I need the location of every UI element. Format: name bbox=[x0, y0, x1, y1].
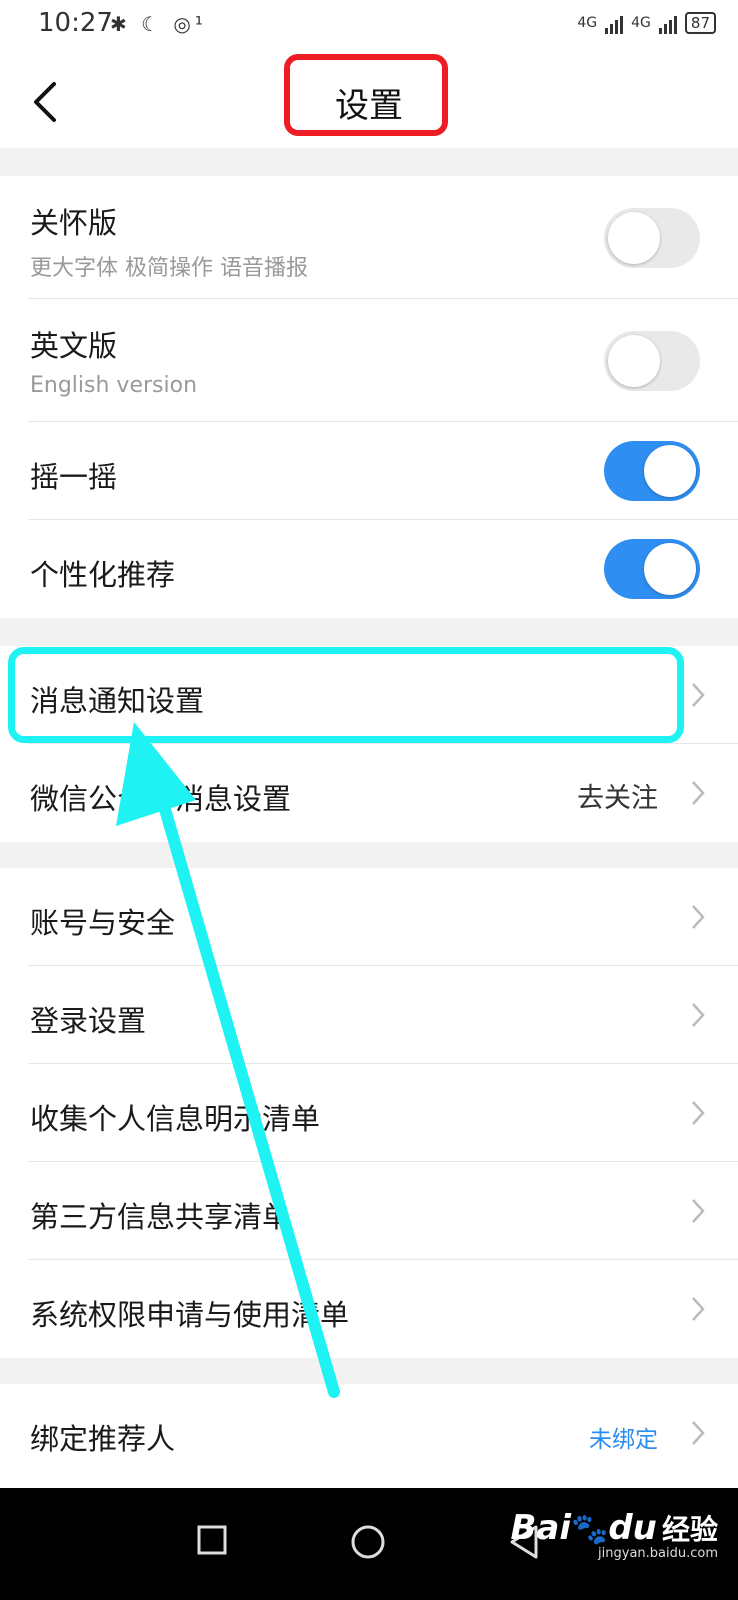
english-toggle[interactable] bbox=[604, 331, 700, 391]
setting-subtitle: English version bbox=[30, 373, 198, 398]
status-icons: ✱ ☾ ◎¹ bbox=[110, 12, 207, 36]
chevron-right-icon bbox=[692, 905, 705, 929]
setting-title: 收集个人信息明示清单 bbox=[30, 1102, 321, 1136]
chevron-right-icon bbox=[692, 683, 705, 707]
setting-title: 英文版 bbox=[30, 329, 118, 363]
settings-group-3: 账号与安全 登录设置 收集个人信息明示清单 第三方信息共享清单 系统权限申请与使… bbox=[0, 868, 738, 1358]
signal-icon-2 bbox=[658, 12, 677, 34]
setting-row-login[interactable]: 登录设置 bbox=[0, 966, 738, 1064]
setting-row-shake[interactable]: 摇一摇 bbox=[0, 422, 738, 520]
chevron-right-icon bbox=[692, 1421, 705, 1445]
header-bar: 设置 bbox=[0, 52, 738, 148]
chevron-right-icon bbox=[692, 1297, 705, 1321]
setting-row-referrer[interactable]: 绑定推荐人 未绑定 bbox=[0, 1384, 738, 1482]
setting-row-english[interactable]: 英文版 English version bbox=[0, 299, 738, 422]
setting-title: 账号与安全 bbox=[30, 906, 176, 940]
chevron-right-icon bbox=[692, 1101, 705, 1125]
signal-icon bbox=[605, 12, 624, 34]
watermark-brand: Bai bbox=[510, 1508, 571, 1548]
baidu-watermark: Bai🐾du 经验 jingyan.baidu.com bbox=[510, 1508, 718, 1561]
network-4g-label: 4G bbox=[577, 15, 598, 31]
title-annotation-box bbox=[284, 54, 448, 136]
watermark-brand-2: du bbox=[608, 1508, 657, 1548]
recent-apps-icon[interactable] bbox=[196, 1524, 228, 1556]
setting-row-third-party[interactable]: 第三方信息共享清单 bbox=[0, 1162, 738, 1260]
setting-row-permissions[interactable]: 系统权限申请与使用清单 bbox=[0, 1260, 738, 1358]
personalized-toggle[interactable] bbox=[604, 539, 700, 599]
setting-title: 微信公众号消息设置 bbox=[30, 782, 292, 816]
status-time: 10:27 bbox=[38, 8, 113, 38]
setting-row-account[interactable]: 账号与安全 bbox=[0, 868, 738, 966]
paw-icon: 🐾 bbox=[570, 1512, 609, 1547]
setting-title: 绑定推荐人 bbox=[30, 1422, 176, 1456]
notification-annotation-box bbox=[8, 647, 684, 743]
battery-icon: 87 bbox=[684, 12, 716, 34]
chevron-right-icon bbox=[692, 781, 705, 805]
settings-group-1: 关怀版 更大字体 极简操作 语音播报 英文版 English version 摇… bbox=[0, 176, 738, 618]
setting-title: 关怀版 bbox=[30, 206, 118, 240]
setting-row-personalized[interactable]: 个性化推荐 bbox=[0, 520, 738, 618]
care-mode-toggle[interactable] bbox=[604, 208, 700, 268]
setting-title: 个性化推荐 bbox=[30, 558, 176, 592]
home-icon[interactable] bbox=[350, 1524, 386, 1560]
chevron-right-icon bbox=[692, 1003, 705, 1027]
system-nav-bar: Bai🐾du 经验 jingyan.baidu.com bbox=[0, 1488, 738, 1600]
setting-title: 第三方信息共享清单 bbox=[30, 1200, 292, 1234]
chevron-right-icon bbox=[692, 1199, 705, 1223]
setting-row-wechat[interactable]: 微信公众号消息设置 去关注 bbox=[0, 744, 738, 842]
network-4g-label-2: 4G bbox=[631, 15, 651, 31]
setting-row-personal-info[interactable]: 收集个人信息明示清单 bbox=[0, 1064, 738, 1162]
setting-title: 登录设置 bbox=[30, 1004, 147, 1038]
status-right-icons: 4G 4G 87 bbox=[577, 12, 716, 34]
setting-row-care-mode[interactable]: 关怀版 更大字体 极简操作 语音播报 bbox=[0, 176, 738, 299]
setting-subtitle: 更大字体 极简操作 语音播报 bbox=[30, 256, 308, 281]
settings-group-4: 绑定推荐人 未绑定 bbox=[0, 1384, 738, 1488]
watermark-cn: 经验 bbox=[661, 1513, 718, 1546]
referrer-status: 未绑定 bbox=[589, 1427, 658, 1453]
setting-title: 系统权限申请与使用清单 bbox=[30, 1298, 350, 1332]
setting-title: 摇一摇 bbox=[30, 460, 118, 494]
follow-link[interactable]: 去关注 bbox=[577, 776, 658, 815]
shake-toggle[interactable] bbox=[604, 441, 700, 501]
status-bar: 10:27 ✱ ☾ ◎¹ 4G 4G 87 bbox=[0, 0, 738, 52]
watermark-url: jingyan.baidu.com bbox=[598, 1546, 718, 1561]
